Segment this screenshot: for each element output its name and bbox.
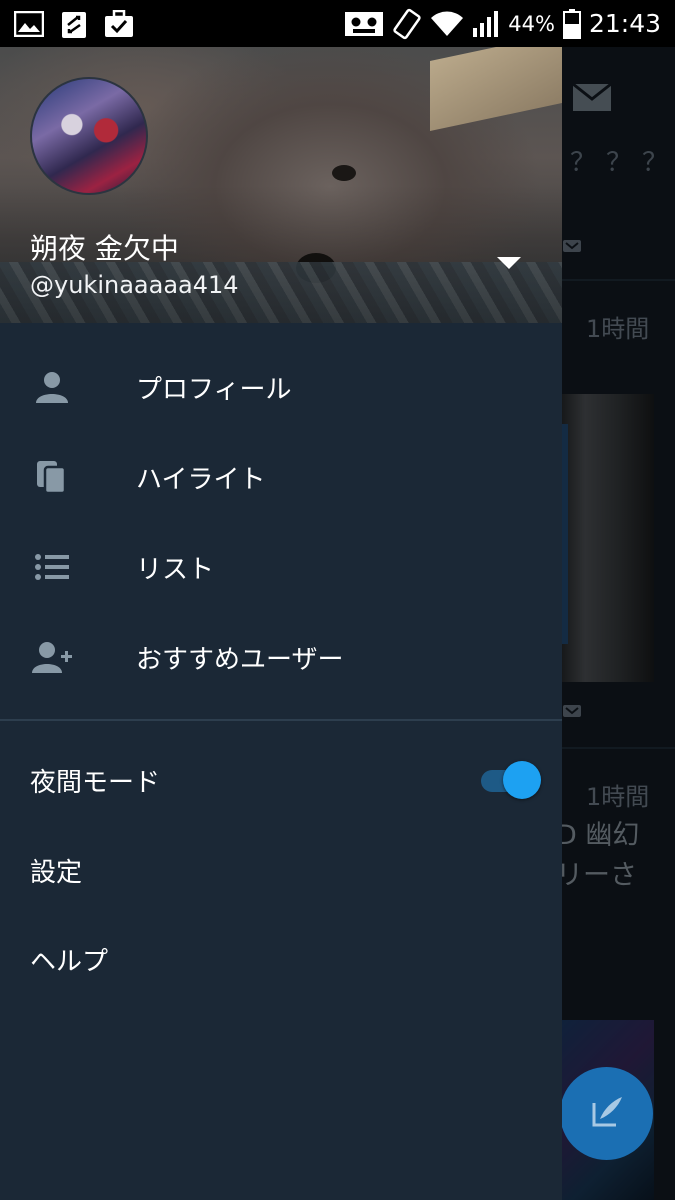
- profile-handle: @yukinaaaaa414: [30, 271, 239, 299]
- profile-header[interactable]: 朔夜 金欠中 @yukinaaaaa414: [0, 47, 562, 323]
- menu-item-label: おすすめユーザー: [136, 644, 344, 675]
- add-user-icon: [30, 635, 74, 679]
- settings-label: 設定: [30, 857, 83, 888]
- list-icon: [30, 545, 74, 589]
- person-icon: [30, 365, 74, 409]
- night-mode-row[interactable]: 夜間モード: [0, 740, 562, 820]
- menu-item-lists[interactable]: リスト: [0, 527, 562, 607]
- signal-icon: [472, 10, 500, 38]
- night-mode-label: 夜間モード: [30, 767, 161, 798]
- help-label: ヘルプ: [30, 946, 109, 977]
- menu-item-label: ハイライト: [136, 464, 266, 495]
- menu-item-highlights[interactable]: ハイライト: [0, 437, 562, 517]
- highlights-icon: [30, 455, 74, 499]
- profile-display-name: 朔夜 金欠中: [30, 232, 179, 265]
- navigation-drawer: 朔夜 金欠中 @yukinaaaaa414 プロフィール ハイライト リスト お…: [0, 47, 562, 1200]
- menu-item-profile[interactable]: プロフィール: [0, 347, 562, 427]
- voicemail-icon: [344, 11, 384, 37]
- account-switch-dropdown-icon[interactable]: [497, 257, 521, 269]
- settings-item[interactable]: 設定: [0, 830, 562, 910]
- image-icon: [14, 10, 44, 37]
- status-bar: 44% 21:43: [0, 0, 675, 47]
- menu-item-label: リスト: [136, 554, 215, 585]
- clock: 21:43: [588, 9, 661, 38]
- night-mode-toggle[interactable]: [481, 761, 541, 799]
- help-item[interactable]: ヘルプ: [0, 919, 562, 999]
- compose-button[interactable]: [560, 1067, 653, 1160]
- clipboard-swap-icon: [60, 9, 88, 39]
- battery-percent: 44%: [508, 11, 555, 36]
- briefcase-check-icon: [104, 9, 134, 38]
- avatar[interactable]: [30, 77, 148, 195]
- battery-icon: [562, 8, 581, 39]
- compose-quill-icon: [586, 1091, 628, 1137]
- wifi-icon: [430, 10, 464, 38]
- menu-divider: [0, 719, 562, 721]
- rotate-icon: [392, 8, 422, 40]
- menu-item-label: プロフィール: [136, 374, 292, 405]
- menu-item-recommended-users[interactable]: おすすめユーザー: [0, 617, 562, 697]
